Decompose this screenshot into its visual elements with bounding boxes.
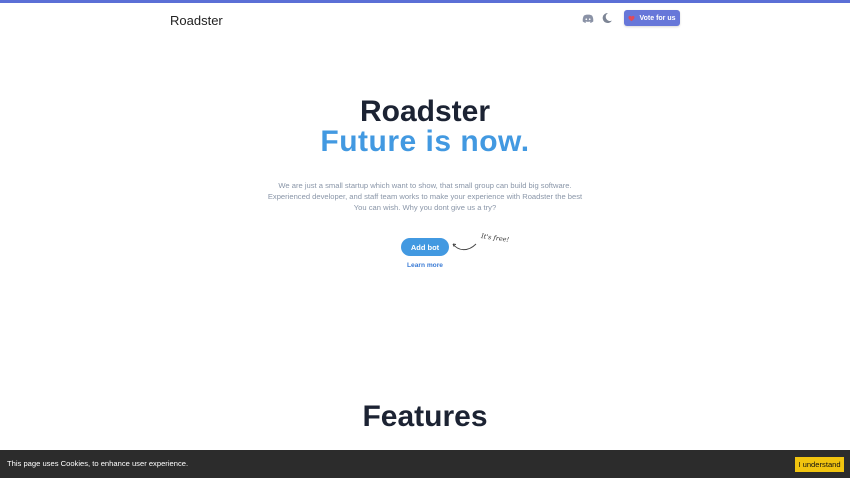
discord-icon[interactable] xyxy=(582,13,594,25)
cookie-accept-button[interactable]: I understand xyxy=(795,457,844,472)
heart-icon xyxy=(628,15,636,21)
moon-icon[interactable] xyxy=(601,12,613,24)
hero-tagline: Future is now. xyxy=(320,125,530,158)
free-note: It's free! xyxy=(480,232,510,244)
nav-brand[interactable]: Roadster xyxy=(170,13,223,28)
add-bot-button[interactable]: Add bot xyxy=(401,238,449,256)
cookie-message: This page uses Cookies, to enhance user … xyxy=(7,459,189,468)
curved-arrow-icon xyxy=(452,243,477,251)
hero-description: We are just a small startup which want t… xyxy=(267,181,583,212)
vote-button-label: Vote for us xyxy=(639,14,676,22)
vote-button[interactable]: Vote for us xyxy=(624,10,680,26)
cookie-banner: This page uses Cookies, to enhance user … xyxy=(0,450,850,478)
learn-more-link[interactable]: Learn more xyxy=(0,262,850,269)
top-accent-bar xyxy=(0,0,850,3)
features-heading: Features xyxy=(362,400,488,433)
